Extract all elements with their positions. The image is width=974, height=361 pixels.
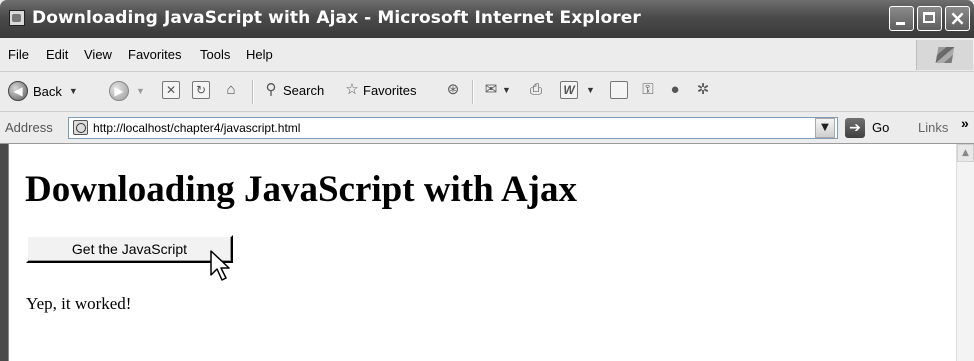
- links-button[interactable]: Links: [918, 120, 948, 135]
- discuss-button[interactable]: [610, 81, 628, 99]
- back-dropdown-icon[interactable]: ▼: [69, 86, 78, 96]
- mouse-cursor-icon: [210, 250, 230, 281]
- home-button[interactable]: ⌂: [222, 81, 240, 99]
- page-heading: Downloading JavaScript with Ajax: [25, 169, 577, 210]
- result-message: Yep, it worked!: [26, 294, 132, 313]
- go-arrow-icon[interactable]: ➔: [845, 118, 865, 138]
- search-button[interactable]: ⚲ Search: [262, 81, 325, 99]
- favorites-button[interactable]: ☆ Favorites: [343, 81, 416, 99]
- menu-edit[interactable]: Edit: [46, 47, 68, 62]
- address-dropdown-icon[interactable]: ▼: [815, 118, 835, 138]
- print-button[interactable]: ⎙: [527, 81, 545, 99]
- vertical-scrollbar[interactable]: ▲: [956, 144, 974, 361]
- refresh-button[interactable]: ↻: [192, 81, 210, 99]
- refresh-icon: ↻: [192, 81, 210, 99]
- forward-dropdown-icon[interactable]: ▼: [136, 86, 145, 96]
- tools-icon: ✲: [696, 81, 710, 98]
- discuss-icon: [610, 81, 628, 99]
- menu-favorites[interactable]: Favorites: [128, 47, 181, 62]
- favorites-label: Favorites: [363, 82, 417, 98]
- title-bar[interactable]: Downloading JavaScript with Ajax - Micro…: [0, 0, 974, 38]
- toolbar-separator: [472, 80, 474, 104]
- forward-icon: ▶: [109, 81, 129, 101]
- favorites-star-icon: ☆: [345, 81, 359, 98]
- home-icon: ⌂: [226, 81, 236, 98]
- mail-button[interactable]: ✉ ▼: [482, 81, 511, 99]
- search-label: Search: [283, 82, 325, 98]
- search-icon: ⚲: [265, 81, 277, 98]
- toolbar-separator: [252, 80, 254, 104]
- page-content: Downloading JavaScript with Ajax Get the…: [8, 144, 956, 361]
- ie-page-icon: [9, 10, 25, 26]
- menu-view[interactable]: View: [84, 47, 112, 62]
- close-button[interactable]: ×: [945, 6, 970, 31]
- research-icon: ⚿: [642, 81, 654, 98]
- messenger-button[interactable]: ●: [666, 81, 684, 99]
- links-chevron-icon[interactable]: »: [961, 115, 969, 131]
- menu-help[interactable]: Help: [246, 47, 273, 62]
- edit-word-icon: W: [560, 81, 578, 99]
- address-url[interactable]: http://localhost/chapter4/javascript.htm…: [93, 121, 300, 135]
- maximize-button[interactable]: [917, 6, 942, 31]
- address-label: Address: [5, 120, 53, 135]
- stop-icon: ✕: [162, 81, 180, 99]
- standard-toolbar: ◀ Back ▼ ▶ ▼ ✕ ↻ ⌂ ⚲ Search ☆ Favorites …: [0, 72, 974, 112]
- minimize-button[interactable]: [889, 6, 914, 31]
- back-icon: ◀: [8, 81, 28, 101]
- window-title: Downloading JavaScript with Ajax - Micro…: [32, 8, 641, 28]
- print-icon: ⎙: [529, 81, 542, 98]
- history-button[interactable]: ⊛: [444, 81, 462, 99]
- page-icon: [73, 120, 88, 135]
- go-button[interactable]: Go: [872, 120, 889, 135]
- address-input[interactable]: http://localhost/chapter4/javascript.htm…: [68, 117, 838, 139]
- forward-button[interactable]: ▶ ▼: [109, 81, 145, 101]
- mail-dropdown-icon[interactable]: ▼: [502, 85, 511, 95]
- menu-file[interactable]: File: [8, 47, 29, 62]
- history-icon: ⊛: [446, 81, 460, 98]
- messenger-icon: ●: [670, 81, 680, 98]
- research-button[interactable]: ⚿: [639, 81, 657, 99]
- edit-dropdown-icon[interactable]: ▼: [586, 85, 595, 95]
- get-javascript-button[interactable]: Get the JavaScript: [26, 235, 233, 263]
- back-button[interactable]: ◀ Back ▼: [8, 81, 78, 101]
- back-label: Back: [33, 83, 62, 99]
- windows-flag-icon: [916, 40, 973, 70]
- menu-tools[interactable]: Tools: [200, 47, 230, 62]
- close-icon: ×: [949, 6, 966, 30]
- mail-icon: ✉: [484, 81, 498, 98]
- address-bar: Address http://localhost/chapter4/javasc…: [0, 112, 974, 144]
- scroll-up-icon[interactable]: ▲: [957, 144, 974, 162]
- menu-bar: File Edit View Favorites Tools Help: [0, 38, 974, 72]
- tools-button[interactable]: ✲: [694, 81, 712, 99]
- edit-button[interactable]: W ▼: [560, 81, 595, 99]
- browser-window: Downloading JavaScript with Ajax - Micro…: [0, 0, 974, 361]
- stop-button[interactable]: ✕: [162, 81, 180, 99]
- window-frame-left: [0, 144, 8, 361]
